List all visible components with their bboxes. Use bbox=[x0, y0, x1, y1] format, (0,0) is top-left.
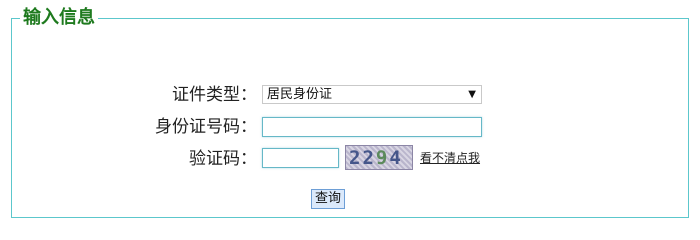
dropdown-arrow-icon: ▼ bbox=[468, 89, 476, 100]
captcha-char: 4 bbox=[389, 147, 403, 169]
captcha-char: 2 bbox=[349, 147, 363, 169]
captcha-digits: 2294 bbox=[349, 147, 403, 169]
id-number-label: 身份证号码： bbox=[155, 117, 257, 137]
captcha-input[interactable] bbox=[262, 148, 339, 168]
captcha-image[interactable]: 2294 bbox=[345, 145, 413, 170]
fieldset-legend: 输入信息 bbox=[20, 5, 98, 31]
captcha-label: 验证码： bbox=[189, 149, 257, 169]
query-button[interactable]: 查询 bbox=[311, 189, 346, 209]
refresh-captcha-link[interactable]: 看不清点我 bbox=[420, 149, 480, 166]
captcha-char: 9 bbox=[375, 147, 390, 169]
cert-type-label: 证件类型： bbox=[172, 85, 257, 105]
cert-type-selected-value: 居民身份证 bbox=[267, 87, 333, 102]
cert-type-select[interactable]: 居民身份证 ▼ bbox=[262, 85, 482, 104]
id-number-input[interactable] bbox=[262, 117, 482, 137]
captcha-char: 2 bbox=[362, 147, 376, 169]
page: 输入信息 证件类型： 居民身份证 ▼ 身份证号码： 验证码： 2294 看不清点… bbox=[0, 0, 700, 230]
